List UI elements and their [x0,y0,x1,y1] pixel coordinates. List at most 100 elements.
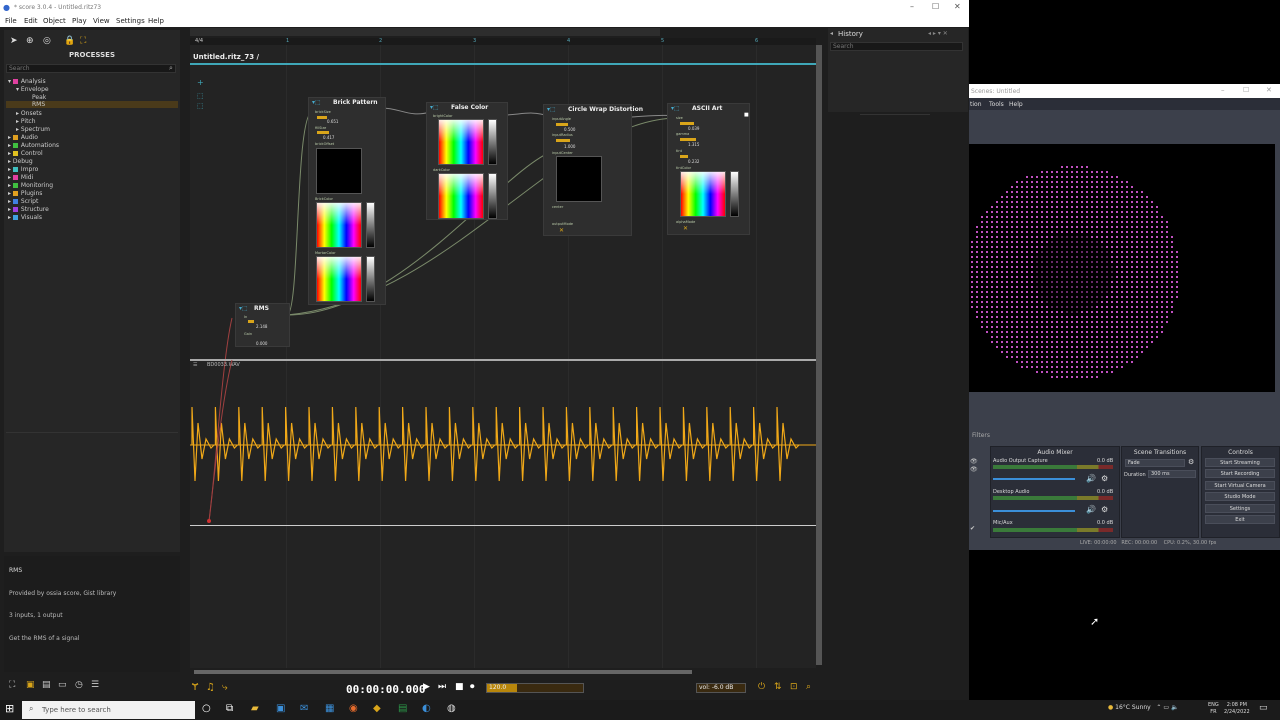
volume-slider[interactable] [993,510,1075,512]
ascii-glyph [1106,336,1108,338]
eye-icon[interactable]: 👁 [970,466,978,473]
ascii-glyph [1031,196,1033,198]
ascii-glyph [1171,286,1173,288]
tempo-field[interactable]: 120.0 [486,683,584,693]
ascii-glyph [1101,371,1103,373]
file-explorer-icon[interactable]: ▰ [251,703,259,714]
start-recording-button[interactable]: Start Recording [1205,469,1275,478]
automation-curve[interactable] [0,0,969,700]
ascii-glyph [1086,196,1088,198]
ascii-glyph [971,291,973,293]
mail-icon[interactable]: ✉ [300,703,308,714]
play-global-icon[interactable]: ⏭ [438,682,446,692]
obs-menu-tools[interactable]: Tools [989,101,1004,108]
record-icon[interactable]: ⏺ [470,682,475,692]
ascii-glyph [1041,171,1043,173]
ascii-glyph [1151,221,1153,223]
cortana-icon[interactable]: ○ [202,703,211,714]
ascii-glyph [996,271,998,273]
volume-slider[interactable] [993,478,1075,480]
ascii-glyph [991,266,993,268]
ascii-glyph [1101,311,1103,313]
obs-menu-help[interactable]: Help [1009,101,1023,108]
app-icon[interactable]: ▤ [398,703,407,714]
ascii-glyph [1106,211,1108,213]
sync-icon[interactable]: ⇅ [774,682,782,692]
minimize-icon[interactable]: – [1221,86,1225,94]
gear-icon[interactable]: ⚙ [1101,505,1108,514]
windows-start-icon[interactable]: ⊞ [5,702,14,715]
ascii-glyph [1101,281,1103,283]
history-search-input[interactable]: Search [830,42,963,51]
edge-icon[interactable]: ◐ [422,703,431,714]
studio-mode-button[interactable]: Studio Mode [1205,492,1275,501]
ascii-glyph [1021,221,1023,223]
ascii-glyph [1066,241,1068,243]
obs-icon[interactable]: ◍ [447,703,456,714]
weather-text[interactable]: 16°C Sunny [1115,704,1151,711]
ascii-glyph [1086,356,1088,358]
ascii-glyph [1016,251,1018,253]
tray-chevron-icon[interactable]: ⌃ [1156,704,1161,711]
horizontal-scrollbar[interactable] [194,670,692,674]
collapse-icon[interactable]: ◂ [830,30,833,37]
settings-button[interactable]: Settings [1205,504,1275,513]
volume-field[interactable]: vol: -6.0 dB [696,683,746,693]
obs-menu-bar: tion Tools Help [969,98,1280,110]
play-icon[interactable]: ▶ [423,682,430,692]
ascii-glyph [1051,181,1053,183]
check-icon[interactable]: ✔ [970,525,975,532]
start-virtual-camera-button[interactable]: Start Virtual Camera [1205,481,1275,490]
eye-icon[interactable]: 👁 [970,458,978,465]
ascii-glyph [1041,241,1043,243]
search-icon[interactable]: ⌕ [806,682,811,692]
speaker-icon[interactable]: 🔊 [1086,505,1096,514]
obs-menu-item[interactable]: tion [970,101,982,108]
volume-icon[interactable]: 🔈 [1171,704,1178,711]
gear-icon[interactable]: ⚙ [1101,474,1108,483]
network-icon[interactable]: ▭ [1163,704,1169,711]
ascii-glyph [1091,331,1093,333]
ascii-glyph [1116,211,1118,213]
ascii-glyph [1056,226,1058,228]
store-icon[interactable]: ▣ [276,703,285,714]
speaker-icon[interactable]: 🔊 [1086,474,1096,483]
duration-input[interactable]: 300 ms [1148,470,1196,478]
vertical-scrollbar[interactable] [816,45,822,665]
language-indicator[interactable]: ENG FR [1208,702,1219,716]
close-icon[interactable]: ✕ [1266,86,1272,94]
ascii-glyph [1036,226,1038,228]
curve-icon[interactable]: ⤷ [222,682,228,693]
ascii-glyph [1046,226,1048,228]
ascii-glyph [1036,371,1038,373]
ascii-glyph [1086,306,1088,308]
ascii-glyph [1031,341,1033,343]
stop-icon[interactable]: ■ [455,682,464,692]
ascii-glyph [1086,241,1088,243]
gear-icon[interactable]: ⚙ [1188,458,1194,466]
clock[interactable]: 2:08 PM 2/24/2022 [1224,702,1250,716]
power-icon[interactable]: ⏻ [758,682,765,692]
snap-icon[interactable]: Ɏ [192,682,198,693]
ascii-glyph [1116,201,1118,203]
transition-select[interactable]: Fade [1125,459,1185,467]
filters-tab[interactable]: Filters [972,432,990,439]
maximize-icon[interactable]: ☐ [1243,86,1249,94]
obs-preview[interactable] [969,144,1275,392]
panel-controls-icon[interactable]: ◂ ▸ ▾ ✕ [928,30,948,37]
music-note-icon[interactable]: ♫ [206,682,215,693]
console-icon[interactable]: ⊡ [790,682,798,692]
firefox-icon[interactable]: ◉ [349,703,358,714]
ascii-glyph [1091,356,1093,358]
notification-icon[interactable]: ▭ [1259,703,1268,713]
ascii-glyph [1016,291,1018,293]
ascii-glyph [1111,206,1113,208]
start-streaming-button[interactable]: Start Streaming [1205,458,1275,467]
task-view-icon[interactable]: ⧉ [226,703,233,714]
weather-icon[interactable]: ● [1108,704,1113,711]
ascii-glyph [1156,291,1158,293]
score-app-icon[interactable]: ◆ [373,703,381,714]
taskbar-search-input[interactable]: Type here to search [22,701,195,719]
calendar-icon[interactable]: ▦ [325,703,334,714]
exit-button[interactable]: Exit [1205,515,1275,524]
